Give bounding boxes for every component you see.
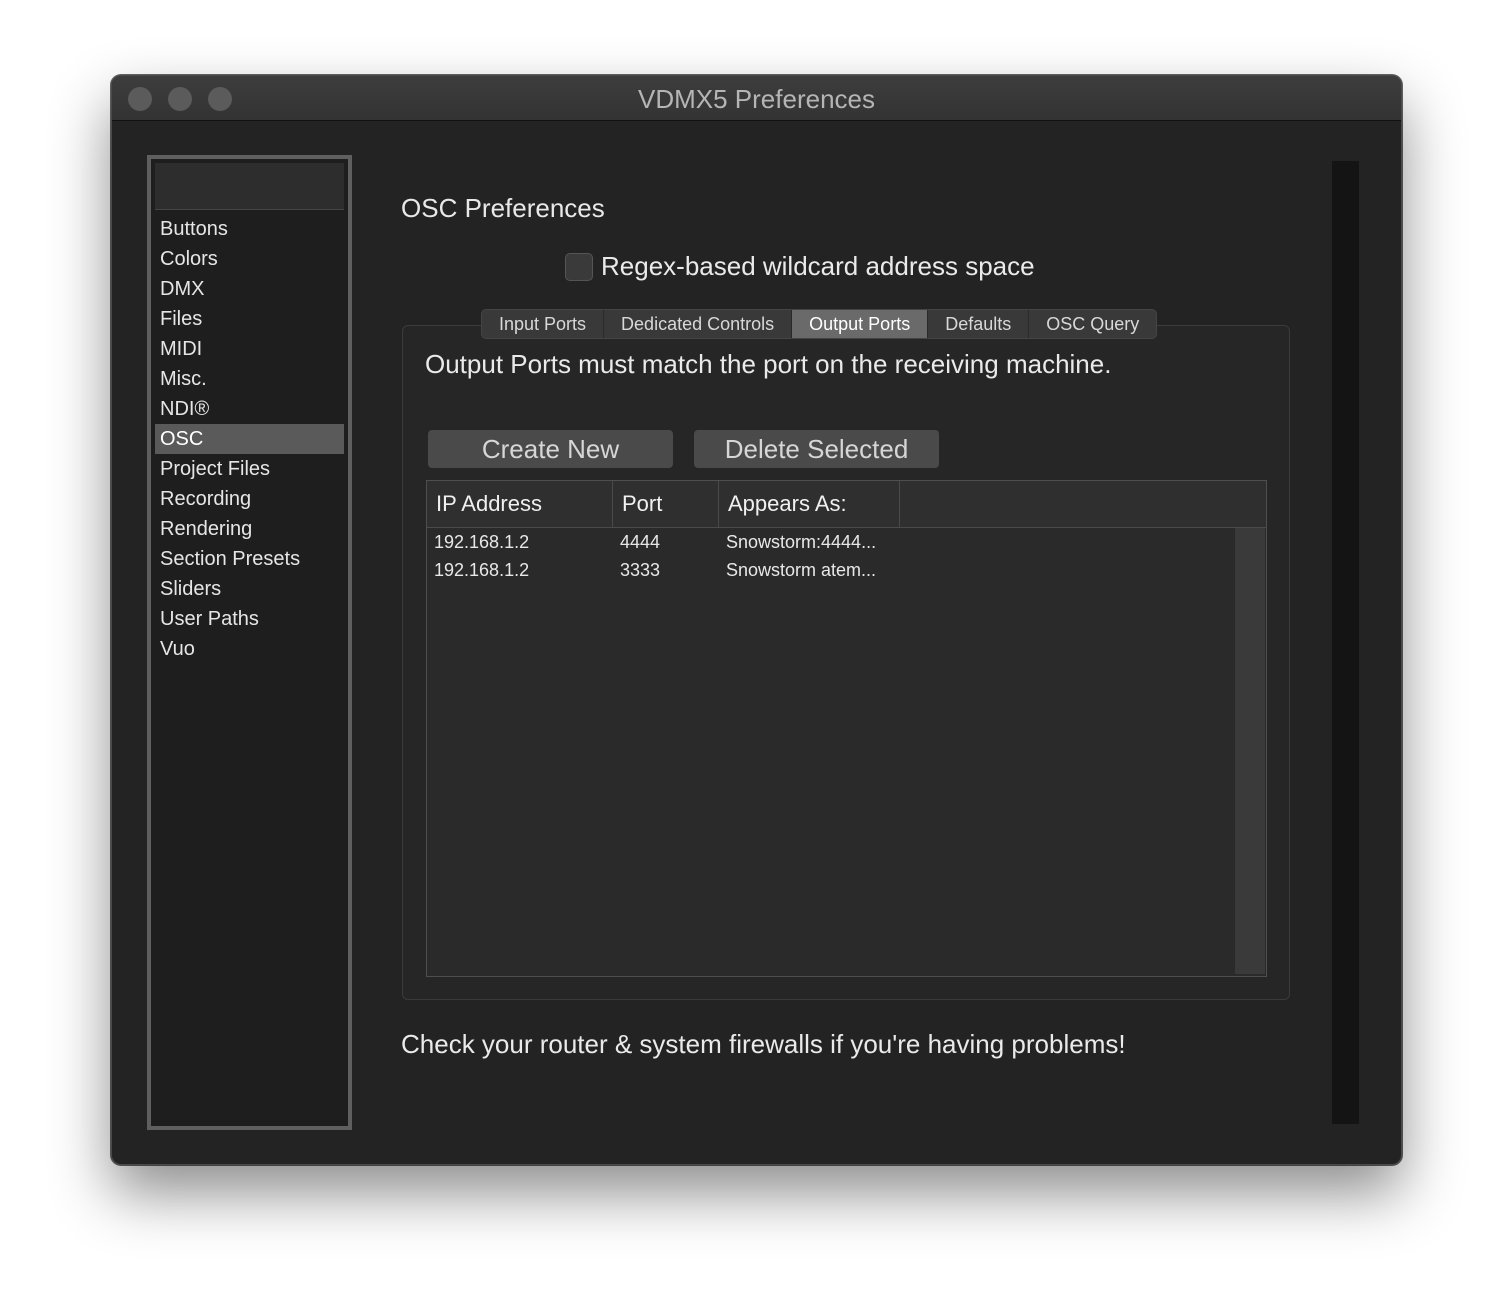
sidebar-item-ndi[interactable]: NDI® xyxy=(155,394,344,424)
table-row[interactable]: 192.168.1.2 3333 Snowstorm atem... xyxy=(427,556,1234,584)
create-new-button[interactable]: Create New xyxy=(428,430,673,468)
output-ports-table: IP Address Port Appears As: 192.168.1.2 … xyxy=(426,480,1267,977)
sidebar-search-field[interactable] xyxy=(155,163,344,210)
sidebar-list: Buttons Colors DMX Files MIDI Misc. NDI®… xyxy=(155,214,344,664)
page-title: OSC Preferences xyxy=(401,193,605,223)
firewall-note: Check your router & system firewalls if … xyxy=(401,1029,1126,1059)
sidebar-item-dmx[interactable]: DMX xyxy=(155,274,344,304)
column-header-appears-as[interactable]: Appears As: xyxy=(719,481,900,527)
cell-appears-as: Snowstorm:4444... xyxy=(726,532,877,552)
tab-dedicated-controls[interactable]: Dedicated Controls xyxy=(604,310,793,338)
output-ports-hint: Output Ports must match the port on the … xyxy=(425,349,1112,379)
tab-osc-query[interactable]: OSC Query xyxy=(1029,310,1156,338)
sidebar-item-sliders[interactable]: Sliders xyxy=(155,574,344,604)
regex-wildcard-label[interactable]: Regex-based wildcard address space xyxy=(601,251,1035,282)
table-scrollbar[interactable] xyxy=(1234,528,1265,974)
tab-output-ports[interactable]: Output Ports xyxy=(792,310,929,338)
regex-wildcard-checkbox[interactable] xyxy=(565,253,593,281)
cell-port: 4444 xyxy=(620,532,661,552)
sidebar-item-osc[interactable]: OSC xyxy=(155,424,344,454)
window-title: VDMX5 Preferences xyxy=(638,84,875,114)
sidebar-item-files[interactable]: Files xyxy=(155,304,344,334)
sidebar-item-user-paths[interactable]: User Paths xyxy=(155,604,344,634)
sidebar-item-buttons[interactable]: Buttons xyxy=(155,214,344,244)
tab-input-ports[interactable]: Input Ports xyxy=(482,310,605,338)
content-scrollbar-track[interactable] xyxy=(1332,161,1359,1124)
tab-bar: Input Ports Dedicated Controls Output Po… xyxy=(481,309,1158,339)
table-row[interactable]: 192.168.1.2 4444 Snowstorm:4444... xyxy=(427,528,1234,556)
sidebar-item-vuo[interactable]: Vuo xyxy=(155,634,344,664)
delete-selected-button[interactable]: Delete Selected xyxy=(694,430,939,468)
cell-ip-address: 192.168.1.2 xyxy=(434,532,530,552)
cell-ip-address: 192.168.1.2 xyxy=(434,560,530,580)
table-body: 192.168.1.2 4444 Snowstorm:4444... 192.1… xyxy=(427,528,1234,584)
column-header-port[interactable]: Port xyxy=(613,481,719,527)
sidebar-item-misc[interactable]: Misc. xyxy=(155,364,344,394)
sidebar-item-colors[interactable]: Colors xyxy=(155,244,344,274)
table-header: IP Address Port Appears As: xyxy=(427,481,1266,528)
sidebar-item-rendering[interactable]: Rendering xyxy=(155,514,344,544)
cell-port: 3333 xyxy=(620,560,661,580)
preferences-window: VDMX5 Preferences Buttons Colors DMX Fil… xyxy=(111,75,1402,1165)
sidebar-item-recording[interactable]: Recording xyxy=(155,484,344,514)
sidebar-item-project-files[interactable]: Project Files xyxy=(155,454,344,484)
sidebar-item-section-presets[interactable]: Section Presets xyxy=(155,544,344,574)
preferences-sidebar: Buttons Colors DMX Files MIDI Misc. NDI®… xyxy=(147,155,352,1130)
sidebar-item-midi[interactable]: MIDI xyxy=(155,334,344,364)
column-header-ip-address[interactable]: IP Address xyxy=(427,481,613,527)
title-bar[interactable]: VDMX5 Preferences xyxy=(112,76,1401,121)
tab-defaults[interactable]: Defaults xyxy=(928,310,1030,338)
cell-appears-as: Snowstorm atem... xyxy=(726,560,877,580)
